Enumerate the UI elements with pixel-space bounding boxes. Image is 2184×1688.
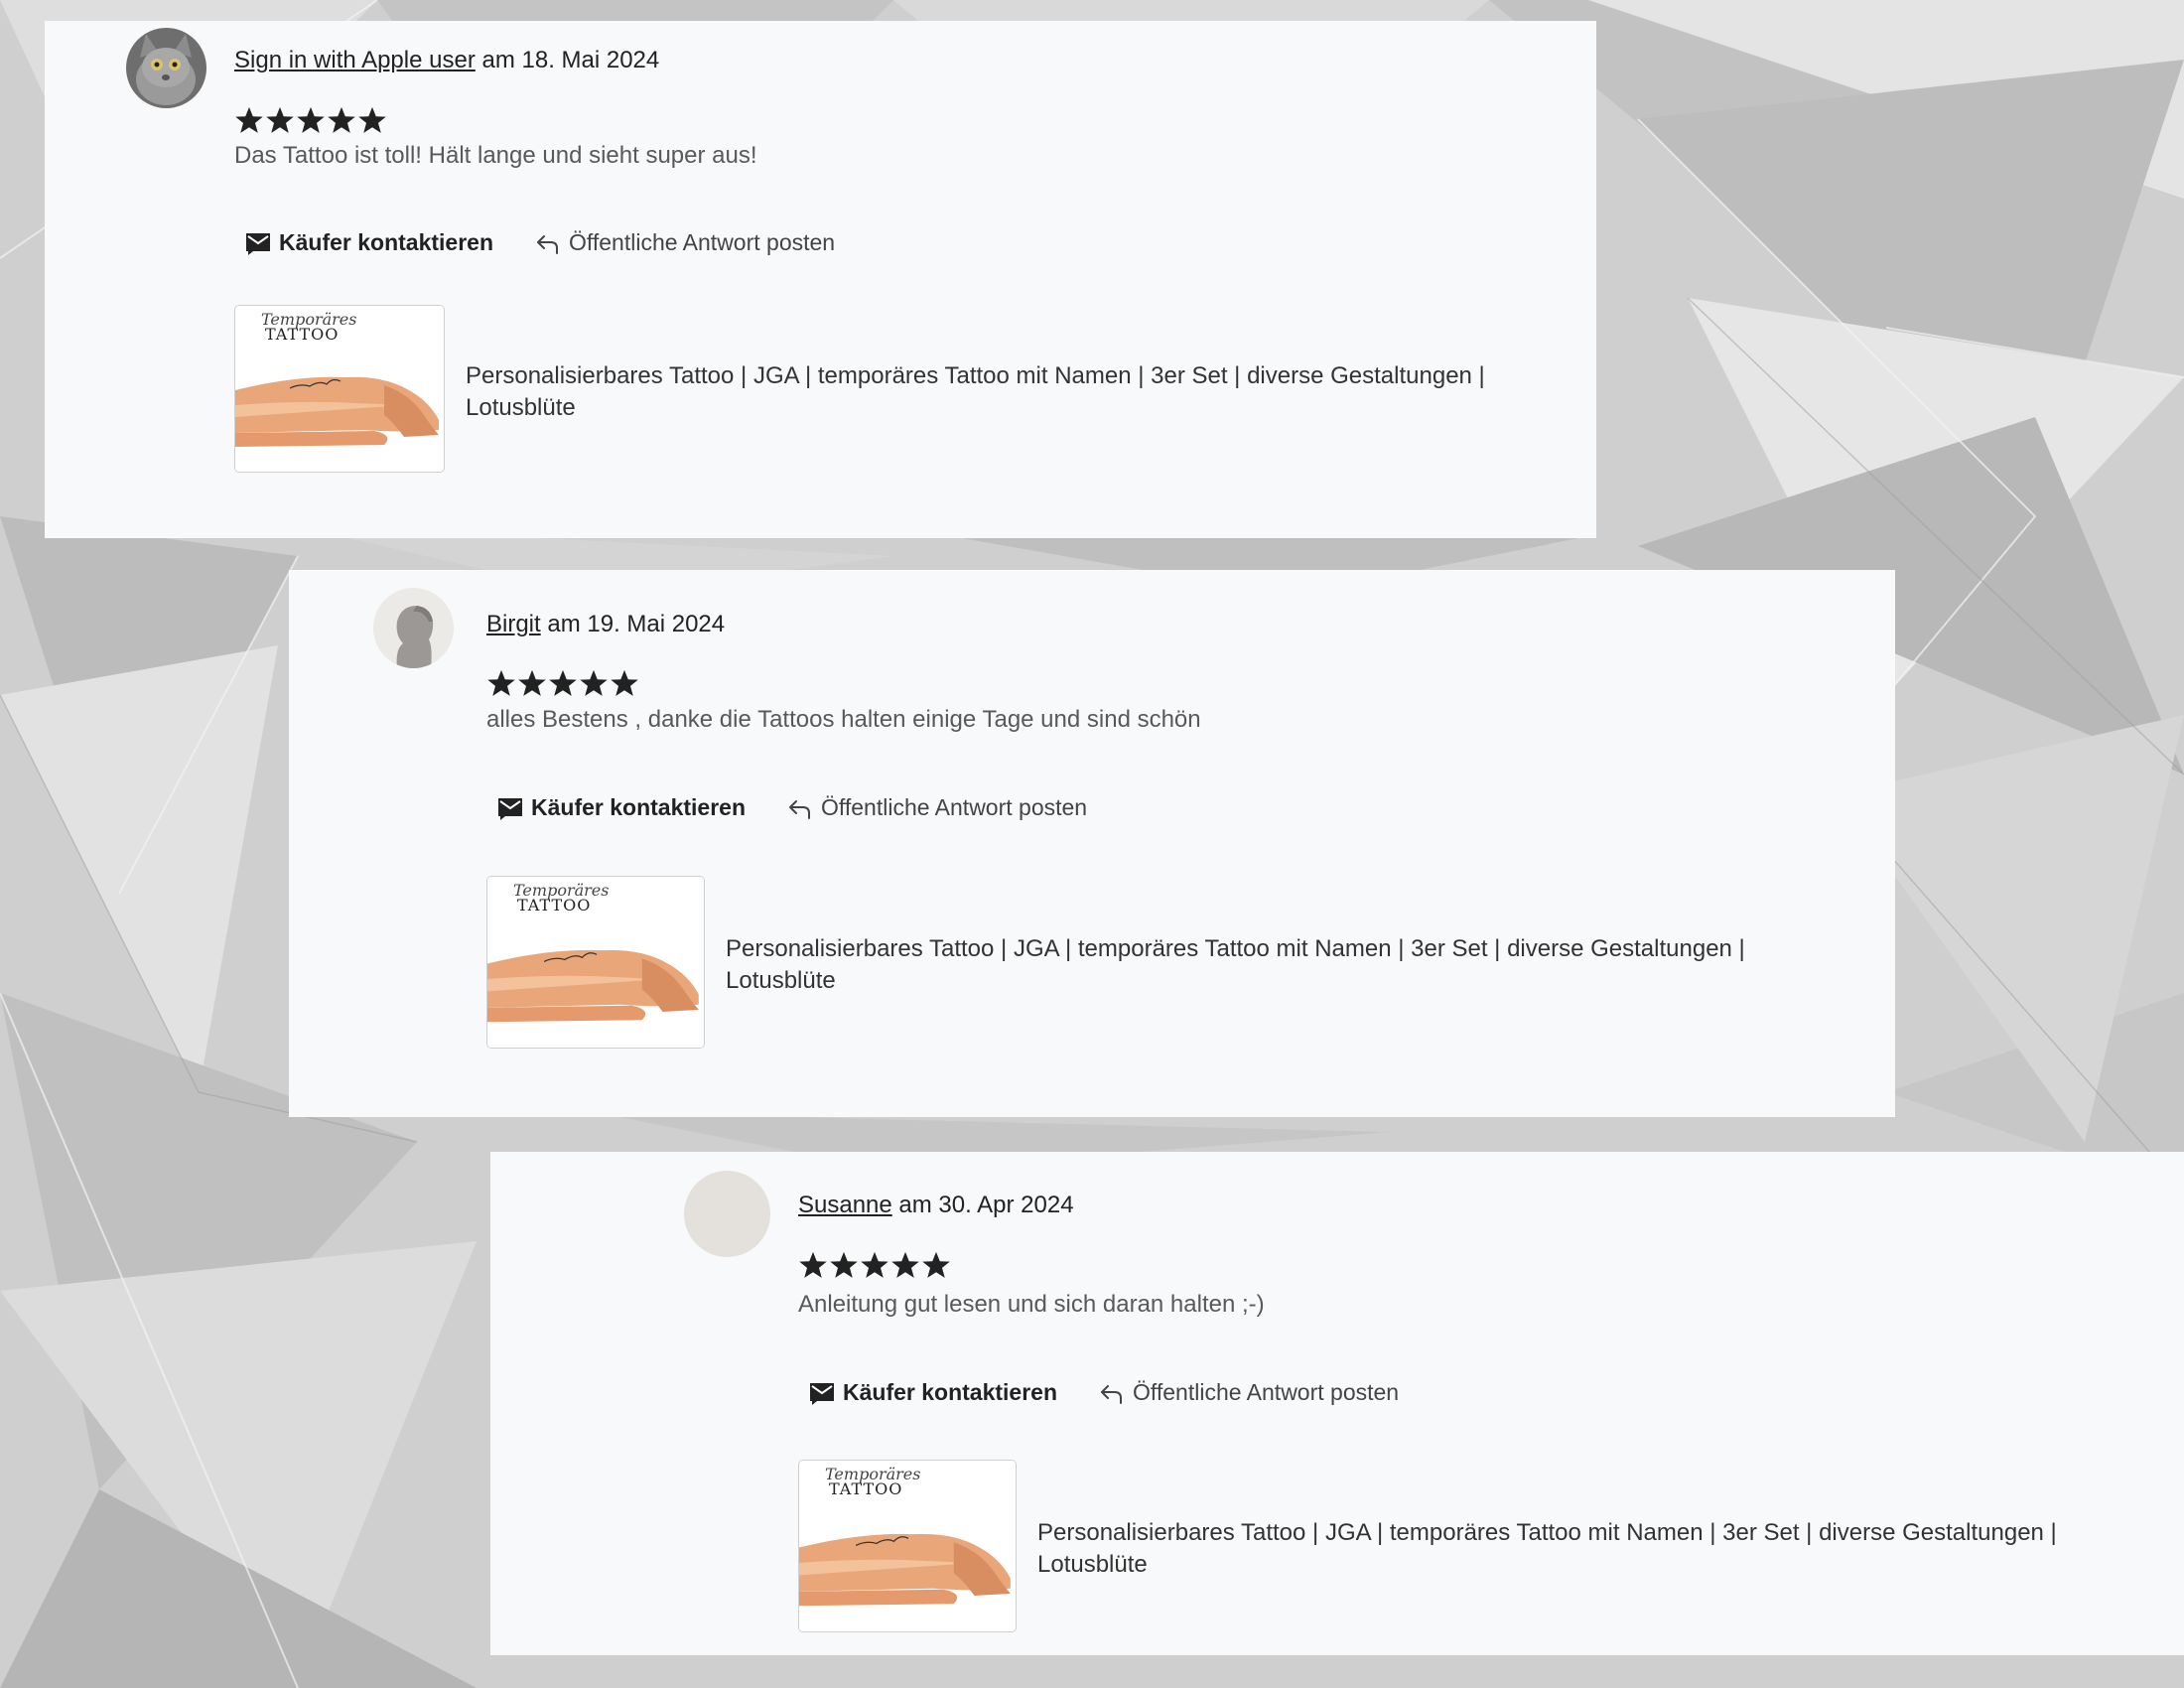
review-text: Anleitung gut lesen und sich daran halte… <box>798 1291 1265 1318</box>
review-card: Birgit am 19. Mai 2024 alles Bestens , d… <box>289 570 1895 1117</box>
listing-title-line1: Personalisierbares Tattoo | JGA | tempor… <box>726 935 1745 962</box>
public-reply-button[interactable]: Öffentliche Antwort posten <box>535 229 835 256</box>
contact-buyer-label: Käufer kontaktieren <box>279 229 494 255</box>
thumbnail-brand-logo: Temporäres TATTOO <box>513 883 609 914</box>
review-meta: Birgit am 19. Mai 2024 <box>486 611 725 638</box>
reviewer-name-link[interactable]: Susanne <box>798 1192 892 1218</box>
public-reply-label: Öffentliche Antwort posten <box>1133 1379 1400 1405</box>
public-reply-label: Öffentliche Antwort posten <box>821 794 1088 820</box>
review-actions: Käufer kontaktieren Öffentliche Antwort … <box>497 794 1087 821</box>
star-icon <box>830 1251 858 1278</box>
star-icon <box>861 1251 888 1278</box>
star-icon <box>297 106 325 133</box>
envelope-icon <box>810 1382 834 1405</box>
listing-title-line2: Lotusblüte <box>466 394 576 421</box>
star-rating <box>234 105 387 135</box>
reviewer-name-link[interactable]: Sign in with Apple user <box>234 47 476 73</box>
star-rating <box>486 668 639 698</box>
thumbnail-tattoo-text: TATTOO <box>517 896 592 914</box>
thumbnail-tattoo-text: TATTOO <box>265 325 340 344</box>
star-icon <box>799 1251 827 1278</box>
review-date: am 30. Apr 2024 <box>898 1192 1074 1218</box>
contact-buyer-label: Käufer kontaktieren <box>531 794 747 820</box>
star-icon <box>891 1251 919 1278</box>
thumbnail-brand-logo: Temporäres TATTOO <box>825 1467 920 1498</box>
listing-title-line1: Personalisierbares Tattoo | JGA | tempor… <box>1037 1519 2057 1546</box>
star-icon <box>487 669 515 696</box>
review-card: Susanne am 30. Apr 2024 Anleitung gut le… <box>490 1152 2184 1655</box>
thumbnail-tattoo-text: TATTOO <box>829 1479 903 1498</box>
avatar[interactable] <box>373 588 454 668</box>
listing-title-link[interactable]: Personalisierbares Tattoo | JGA | tempor… <box>1037 1517 2057 1581</box>
listing-title-line1: Personalisierbares Tattoo | JGA | tempor… <box>466 362 1485 389</box>
contact-buyer-label: Käufer kontaktieren <box>843 1379 1058 1405</box>
review-text: Das Tattoo ist toll! Hält lange und sieh… <box>234 142 757 169</box>
thumbnail-brand-logo: Temporäres TATTOO <box>261 312 356 344</box>
avatar[interactable] <box>126 28 206 108</box>
star-icon <box>580 669 608 696</box>
star-icon <box>235 106 263 133</box>
star-icon <box>518 669 546 696</box>
star-icon <box>328 106 355 133</box>
user-silhouette-icon <box>373 588 454 668</box>
review-date: am 18. Mai 2024 <box>481 47 660 73</box>
listing-title-link[interactable]: Personalisierbares Tattoo | JGA | tempor… <box>466 360 1485 424</box>
contact-buyer-button[interactable]: Käufer kontaktieren <box>245 229 493 256</box>
listing-title-line2: Lotusblüte <box>726 967 836 994</box>
envelope-icon <box>246 232 270 255</box>
review-meta: Susanne am 30. Apr 2024 <box>798 1192 1074 1219</box>
review-meta: Sign in with Apple user am 18. Mai 2024 <box>234 47 659 74</box>
contact-buyer-button[interactable]: Käufer kontaktieren <box>497 794 746 821</box>
star-icon <box>922 1251 950 1278</box>
reply-arrow-icon <box>789 799 811 819</box>
envelope-icon <box>498 797 522 820</box>
listing-thumbnail[interactable]: Temporäres TATTOO <box>234 305 445 473</box>
review-date: am 19. Mai 2024 <box>547 611 726 637</box>
star-rating <box>798 1250 951 1280</box>
reply-arrow-icon <box>1101 1384 1123 1404</box>
contact-buyer-button[interactable]: Käufer kontaktieren <box>809 1379 1057 1406</box>
public-reply-label: Öffentliche Antwort posten <box>569 229 836 255</box>
reply-arrow-icon <box>537 234 559 254</box>
star-icon <box>358 106 386 133</box>
review-actions: Käufer kontaktieren Öffentliche Antwort … <box>809 1379 1399 1406</box>
public-reply-button[interactable]: Öffentliche Antwort posten <box>787 794 1087 821</box>
avatar[interactable] <box>684 1171 770 1257</box>
listing-thumbnail[interactable]: Temporäres TATTOO <box>486 876 705 1049</box>
star-icon <box>266 106 294 133</box>
listing-thumbnail[interactable]: Temporäres TATTOO <box>798 1460 1017 1632</box>
reviewer-name-link[interactable]: Birgit <box>486 611 541 637</box>
review-actions: Käufer kontaktieren Öffentliche Antwort … <box>245 229 835 256</box>
star-icon <box>611 669 638 696</box>
public-reply-button[interactable]: Öffentliche Antwort posten <box>1099 1379 1399 1406</box>
review-text: alles Bestens , danke die Tattoos halten… <box>486 706 1201 733</box>
cat-avatar-icon <box>126 28 206 108</box>
review-card: Sign in with Apple user am 18. Mai 2024 … <box>45 21 1596 538</box>
listing-title-line2: Lotusblüte <box>1037 1551 1148 1578</box>
blank-avatar-icon <box>684 1171 770 1257</box>
star-icon <box>549 669 577 696</box>
listing-title-link[interactable]: Personalisierbares Tattoo | JGA | tempor… <box>726 933 1745 997</box>
